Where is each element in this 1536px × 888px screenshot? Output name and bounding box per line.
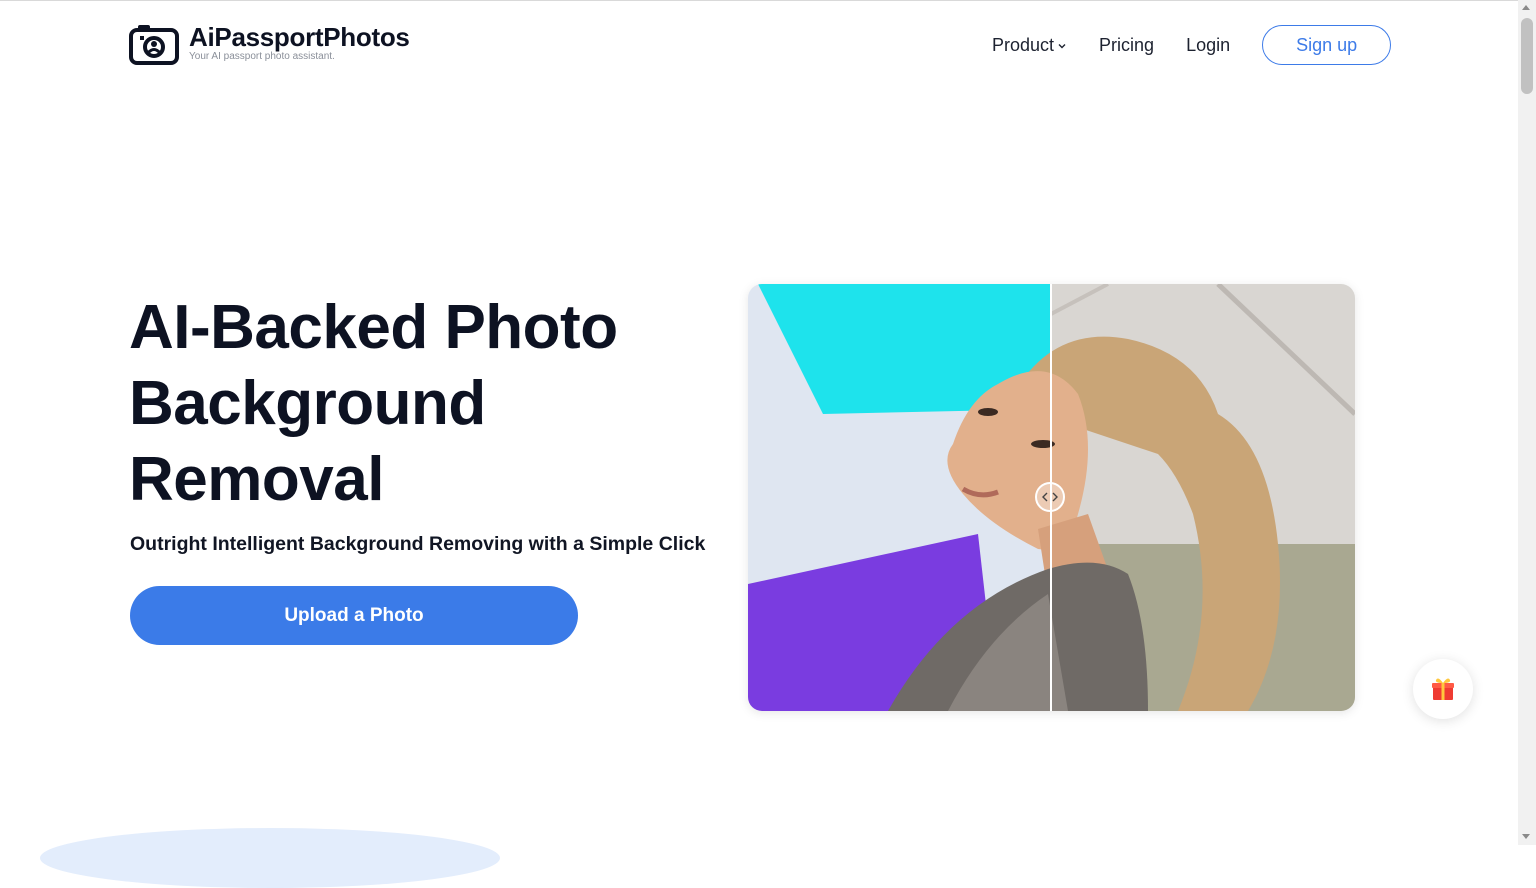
scroll-up-arrow-icon[interactable] [1522, 5, 1530, 10]
gift-icon [1432, 678, 1454, 700]
signup-button[interactable]: Sign up [1262, 25, 1392, 65]
before-after-comparison[interactable] [748, 284, 1355, 711]
scrollbar-thumb[interactable] [1521, 18, 1533, 94]
decorative-arc [40, 828, 500, 888]
hero-headline: AI-Backed Photo Background Removal [129, 293, 618, 514]
chevron-down-icon [1058, 44, 1066, 49]
brand-tagline: Your AI passport photo assistant. [189, 51, 335, 62]
comparison-slider-handle[interactable] [1035, 482, 1065, 512]
upload-photo-button[interactable]: Upload a Photo [130, 586, 578, 645]
top-border [0, 0, 1536, 1]
brand-name: AiPassportPhotos [189, 22, 410, 52]
logo[interactable]: AiPassportPhotos Your AI passport photo … [129, 22, 410, 66]
hero-subline: Outright Intelligent Background Removing… [130, 533, 706, 555]
nav-product[interactable]: Product [992, 35, 1067, 56]
main-nav: Product Pricing Login Sign up [992, 24, 1392, 66]
nav-login[interactable]: Login [1186, 35, 1230, 56]
left-right-arrows-icon [1042, 492, 1058, 502]
nav-product-label: Product [992, 34, 1055, 55]
camera-logo-icon [129, 25, 179, 65]
vertical-scrollbar[interactable] [1518, 0, 1536, 845]
gift-button[interactable] [1413, 659, 1473, 719]
scroll-down-arrow-icon[interactable] [1522, 834, 1530, 839]
brand-text: AiPassportPhotos Your AI passport photo … [189, 22, 410, 63]
nav-pricing[interactable]: Pricing [1099, 35, 1154, 56]
